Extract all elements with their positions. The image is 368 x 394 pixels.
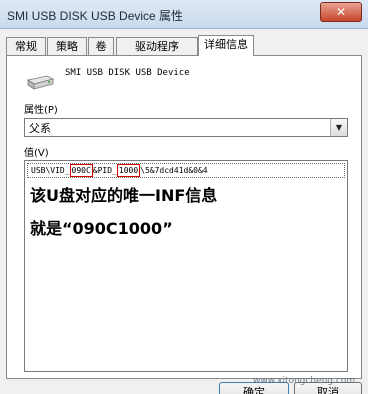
tab-policy[interactable]: 策略: [47, 37, 87, 55]
window-title: SMI USB DISK USB Device 属性: [7, 9, 184, 23]
tab-general[interactable]: 常规: [6, 37, 46, 55]
close-icon: ✕: [335, 5, 347, 19]
tab-driver[interactable]: 驱动程序: [116, 37, 198, 55]
tab-volume[interactable]: 卷: [88, 37, 114, 55]
pid-highlight: 1000: [116, 164, 141, 177]
property-label: 属性(P): [24, 105, 58, 116]
value-prefix: USB\VID_: [31, 166, 70, 175]
watermark: www.xitongcheng.com: [253, 376, 356, 386]
annotation-line-2: 就是“090C1000”: [30, 219, 173, 238]
value-suffix: \5&7dcd41d&0&4: [140, 166, 208, 175]
properties-dialog: SMI USB DISK USB Device 属性 ✕ 常规 策略 卷 驱动程…: [0, 0, 368, 394]
vid-highlight: 090C: [69, 164, 93, 177]
close-button[interactable]: ✕: [320, 2, 362, 22]
value-label: 值(V): [24, 148, 49, 159]
annotation-line-1: 该U盘对应的唯一INF信息: [30, 186, 218, 205]
details-panel: SMI USB DISK USB Device 属性(P) 父系 ▼ 值(V) …: [6, 55, 362, 379]
property-select[interactable]: 父系 ▼: [24, 118, 348, 137]
property-selected-value: 父系: [29, 122, 51, 135]
value-middle: &PID_: [92, 166, 117, 175]
chevron-down-icon[interactable]: ▼: [330, 119, 347, 136]
value-listbox[interactable]: USB\VID_ 090C &PID_ 1000 \5&7dcd41d&0&4 该U盘对…: [24, 160, 348, 372]
list-item[interactable]: USB\VID_ 090C &PID_ 1000 \5&7dcd41d&0&4: [27, 163, 345, 178]
title-bar[interactable]: SMI USB DISK USB Device 属性 ✕: [0, 0, 368, 29]
usb-drive-icon: [26, 75, 55, 90]
device-name: SMI USB DISK USB Device: [65, 68, 190, 78]
tab-details[interactable]: 详细信息: [198, 35, 254, 56]
